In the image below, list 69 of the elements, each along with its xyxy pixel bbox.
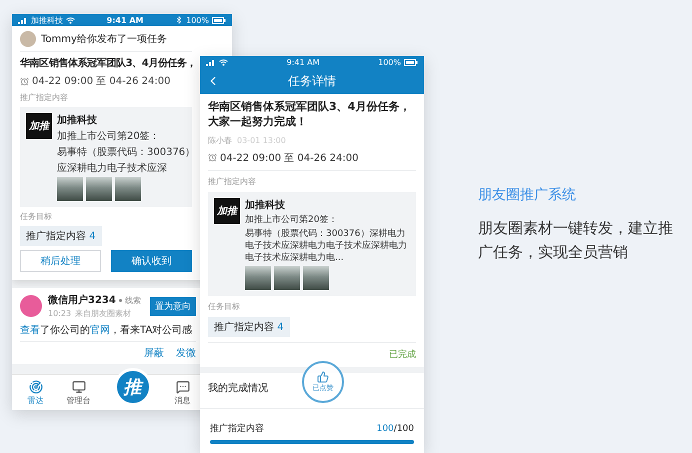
task-title: 华南区销售体系冠军团队3、4月份任务，大家一起努力完成！ [208, 100, 412, 130]
section-label: 推广指定内容 [20, 92, 69, 103]
battery-icon [212, 16, 226, 24]
avatar-icon [20, 295, 42, 317]
radar-icon [28, 380, 42, 394]
lead-time: 10:23 [48, 309, 72, 318]
section-heading: 我的完成情况 [208, 382, 268, 396]
confirm-button[interactable]: 确认收到 [111, 250, 192, 272]
company-name: 加推科技 [245, 198, 286, 212]
post-text: 应深耕电力电子技术应深 [57, 162, 168, 175]
section-label: 推广指定内容 [208, 176, 257, 187]
alarm-icon [20, 76, 29, 86]
set-intent-button[interactable]: 置为意向 [150, 296, 196, 316]
action-link[interactable]: 发微 [176, 346, 196, 360]
battery-level: 100% [186, 16, 209, 24]
monitor-icon [72, 380, 86, 394]
photo-placeholder [115, 177, 141, 201]
post-text: 易事特（股票代码：300376） [57, 146, 196, 159]
message-link[interactable]: 查看 [20, 325, 40, 336]
wifi-icon [219, 58, 228, 66]
company-logo: 加推 [26, 113, 52, 139]
carrier-name: 加推科技 [31, 14, 63, 26]
signal-icon [206, 58, 216, 66]
task-period: 04-22 09:00 至 04-26 24:00 [220, 152, 358, 165]
user-name: 微信用户3234 [48, 293, 116, 307]
battery-icon [404, 58, 418, 66]
progress-count: 100/100 [376, 424, 414, 434]
goal-tag: 推广指定内容 4 [208, 317, 290, 338]
feature-description: 朋友圈素材一键转发，建立推广任务，实现全员营销 [478, 218, 674, 263]
photo-placeholder [274, 266, 300, 290]
avatar-icon [20, 31, 36, 47]
photo-placeholder [57, 177, 83, 201]
company-logo: 加推 [214, 198, 240, 224]
photo-placeholder [86, 177, 112, 201]
task-status: 已完成 [389, 348, 416, 362]
nav-tab[interactable]: 消息 [174, 380, 190, 406]
task-title: 华南区销售体系冠军团队3、4月份任务， [20, 56, 192, 70]
screen-title: 任务详情 [287, 72, 337, 90]
post-text: 加推上市公司第20签： [245, 214, 338, 226]
post-text: 加推上市公司第20签： [57, 130, 161, 143]
battery-level: 100% [378, 58, 401, 66]
nav-tab[interactable]: 雷达 [28, 380, 44, 406]
lead-source: 来自朋友圈素材 [75, 308, 132, 319]
nav-tab[interactable]: 管理台 [66, 380, 90, 406]
task-period: 04-22 09:00 至 04-26 24:00 [32, 75, 170, 88]
clock: 9:41 AM [106, 16, 144, 24]
photo-placeholder [303, 266, 329, 290]
lead-message: 查看了你公司的官网，看来TA对公司感 [20, 324, 194, 337]
task-author: 陈小春 [208, 134, 232, 146]
section-label: 任务目标 [208, 301, 241, 312]
alarm-icon [208, 153, 217, 162]
post-text: 易事特（股票代码：300376）深耕电力电子技术应深耕电力电子技术应深耕电力电子技术应深耕电力电... [245, 228, 408, 264]
goal-tag: 推广指定内容 4 [20, 226, 102, 246]
signal-icon [18, 16, 28, 24]
section-label: 任务目标 [20, 211, 53, 222]
chat-icon [176, 380, 190, 394]
action-link[interactable]: 屏蔽 [144, 346, 164, 360]
photo-placeholder [245, 266, 271, 290]
bluetooth-icon [175, 16, 184, 24]
wifi-icon [66, 16, 75, 24]
clock: 9:41 AM [286, 58, 320, 66]
notification-text: Tommy给你发布了一项任务 [41, 33, 167, 46]
message-link[interactable]: 官网 [90, 325, 110, 336]
bullet-icon [118, 298, 122, 302]
later-button[interactable]: 稍后处理 [20, 250, 101, 272]
lead-tag: 线索 [124, 294, 141, 306]
company-name: 加推科技 [57, 114, 98, 127]
progress-label: 推广指定内容 [210, 422, 264, 436]
feature-title: 朋友圈推广系统 [478, 186, 577, 204]
